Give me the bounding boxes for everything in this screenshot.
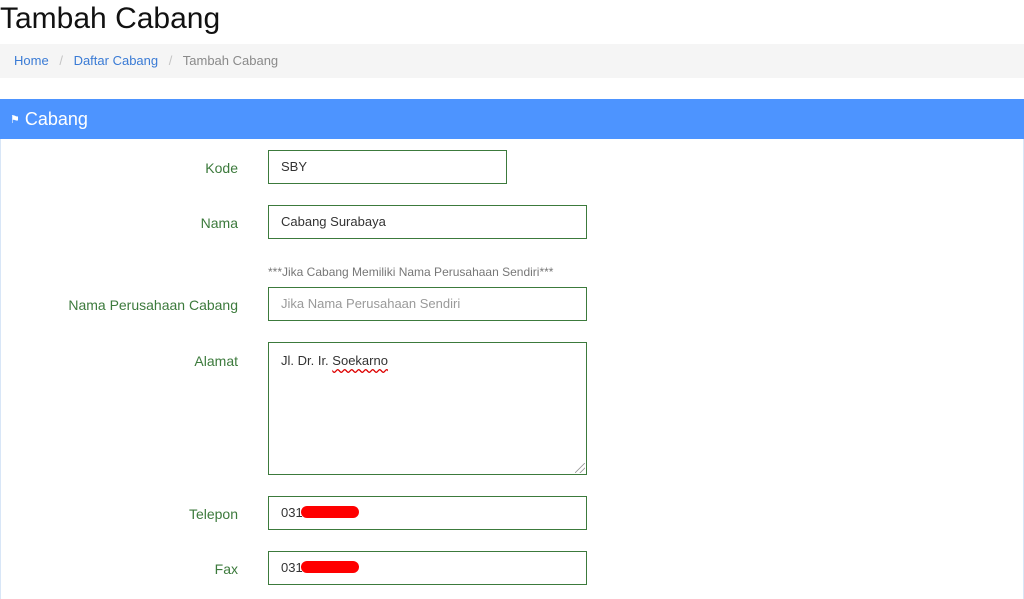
perusahaan-hint: ***Jika Cabang Memiliki Nama Perusahaan … <box>268 265 554 279</box>
perusahaan-input[interactable]: Jika Nama Perusahaan Sendiri <box>268 287 587 321</box>
panel-header: ⚑ Cabang <box>0 99 1024 139</box>
alamat-label: Alamat <box>194 353 238 369</box>
redaction-mark <box>300 561 359 573</box>
alamat-textarea[interactable]: Jl. Dr. Ir. Soekarno <box>268 342 587 475</box>
redaction-mark <box>300 506 359 518</box>
flag-icon: ⚑ <box>10 114 20 126</box>
nama-value: Cabang Surabaya <box>281 214 386 229</box>
kode-value: SBY <box>281 159 308 174</box>
telepon-value: 031 <box>281 505 303 520</box>
perusahaan-placeholder: Jika Nama Perusahaan Sendiri <box>281 296 461 311</box>
nama-input[interactable]: Cabang Surabaya <box>268 205 587 239</box>
breadcrumb-separator: / <box>168 53 173 68</box>
alamat-value-word: Soekarno <box>332 353 388 368</box>
nama-label: Nama <box>200 215 238 231</box>
breadcrumb-separator: / <box>59 53 63 68</box>
telepon-label: Telepon <box>188 506 238 522</box>
perusahaan-label: Nama Perusahaan Cabang <box>68 297 238 313</box>
breadcrumb-current: Tambah Cabang <box>182 53 279 68</box>
fax-input[interactable]: 031 <box>268 551 587 585</box>
alamat-value-prefix: Jl. Dr. Ir. <box>281 353 333 368</box>
page-title: Tambah Cabang <box>0 2 221 35</box>
fax-label: Fax <box>214 561 238 577</box>
fax-value: 031 <box>281 560 303 575</box>
breadcrumb-home-link[interactable]: Home <box>14 53 49 68</box>
breadcrumb: Home / Daftar Cabang / Tambah Cabang <box>0 44 1024 78</box>
resize-grip-icon[interactable] <box>575 463 585 473</box>
telepon-input[interactable]: 031 <box>268 496 587 530</box>
kode-input[interactable]: SBY <box>268 150 507 184</box>
panel-title: Cabang <box>24 109 88 129</box>
breadcrumb-daftar-cabang-link[interactable]: Daftar Cabang <box>74 53 159 68</box>
kode-label: Kode <box>205 160 238 176</box>
